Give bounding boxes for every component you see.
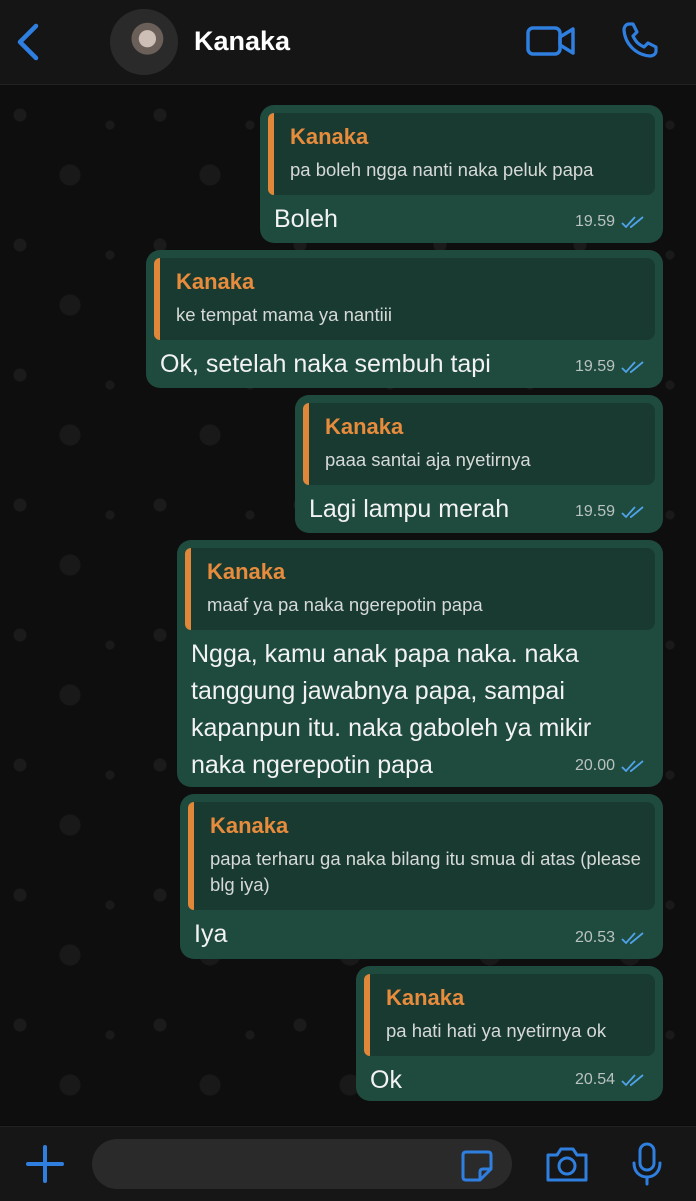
plus-icon[interactable] <box>24 1143 66 1185</box>
message-time: 20.54 <box>574 1071 615 1088</box>
message-bubble[interactable]: Kanaka paaa santai aja nyetirnya Lagi la… <box>295 395 663 533</box>
quoted-text: papa terharu ga naka bilang itu smua di … <box>210 848 641 895</box>
quoted-message[interactable]: Kanaka pa hati hati ya nyetirnya ok <box>364 974 655 1056</box>
message-input-bar <box>0 1126 696 1201</box>
message-meta: 19.59 <box>575 213 645 231</box>
quote-accent-bar <box>185 548 191 630</box>
quoted-sender-name: Kanaka <box>176 269 255 294</box>
read-ticks-icon <box>621 760 644 773</box>
quote-accent-bar <box>188 802 194 910</box>
phone-call-icon[interactable] <box>620 20 660 60</box>
read-ticks-icon <box>621 1074 644 1087</box>
contact-name[interactable]: Kanaka <box>194 26 290 57</box>
quoted-text: maaf ya pa naka ngerepotin papa <box>207 594 483 615</box>
quoted-message[interactable]: Kanaka pa boleh ngga nanti naka peluk pa… <box>268 113 655 195</box>
back-chevron-icon[interactable] <box>14 22 44 62</box>
read-ticks-icon <box>621 361 644 374</box>
message-time: 20.00 <box>574 757 615 774</box>
quoted-message[interactable]: Kanaka papa terharu ga naka bilang itu s… <box>188 802 655 910</box>
quoted-text: paaa santai aja nyetirnya <box>325 449 531 470</box>
message-time: 20.53 <box>574 929 615 946</box>
message-bubble[interactable]: Kanaka ke tempat mama ya nantiii Ok, set… <box>146 250 663 388</box>
quoted-sender-name: Kanaka <box>386 985 465 1010</box>
message-bubble[interactable]: Kanaka pa boleh ngga nanti naka peluk pa… <box>260 105 663 243</box>
message-bubble[interactable]: Kanaka pa hati hati ya nyetirnya ok Ok 2… <box>356 966 663 1101</box>
message-time: 19.59 <box>574 213 615 230</box>
quote-accent-bar <box>268 113 274 195</box>
microphone-icon[interactable] <box>630 1141 664 1187</box>
message-meta: 19.59 <box>575 503 645 521</box>
quote-accent-bar <box>154 258 160 340</box>
video-call-icon[interactable] <box>526 24 576 58</box>
message-meta: 19.59 <box>575 358 645 376</box>
sticker-icon[interactable] <box>460 1149 494 1183</box>
quoted-message[interactable]: Kanaka ke tempat mama ya nantiii <box>154 258 655 340</box>
message-bubble[interactable]: Kanaka papa terharu ga naka bilang itu s… <box>180 794 663 959</box>
quoted-text: pa boleh ngga nanti naka peluk papa <box>290 159 594 180</box>
quoted-sender-name: Kanaka <box>210 813 289 838</box>
quoted-message[interactable]: Kanaka paaa santai aja nyetirnya <box>303 403 655 485</box>
chat-header: Kanaka <box>0 0 696 85</box>
message-meta: 20.53 <box>575 929 645 947</box>
quoted-sender-name: Kanaka <box>290 124 369 149</box>
read-ticks-icon <box>621 216 644 229</box>
message-bubble[interactable]: Kanaka maaf ya pa naka ngerepotin papa N… <box>177 540 663 787</box>
read-ticks-icon <box>621 932 644 945</box>
quoted-sender-name: Kanaka <box>325 414 404 439</box>
message-input[interactable] <box>92 1139 512 1189</box>
quoted-sender-name: Kanaka <box>207 559 286 584</box>
message-time: 19.59 <box>574 358 615 375</box>
message-meta: 20.00 <box>575 757 645 775</box>
message-meta: 20.54 <box>575 1071 645 1089</box>
chat-area[interactable]: Kanaka pa boleh ngga nanti naka peluk pa… <box>0 85 696 1125</box>
quote-accent-bar <box>303 403 309 485</box>
quoted-message[interactable]: Kanaka maaf ya pa naka ngerepotin papa <box>185 548 655 630</box>
camera-icon[interactable] <box>544 1145 590 1183</box>
avatar[interactable] <box>110 9 178 75</box>
quoted-text: pa hati hati ya nyetirnya ok <box>386 1020 607 1041</box>
quoted-text: ke tempat mama ya nantiii <box>176 304 392 325</box>
quote-accent-bar <box>364 974 370 1056</box>
read-ticks-icon <box>621 506 644 519</box>
message-time: 19.59 <box>574 503 615 520</box>
